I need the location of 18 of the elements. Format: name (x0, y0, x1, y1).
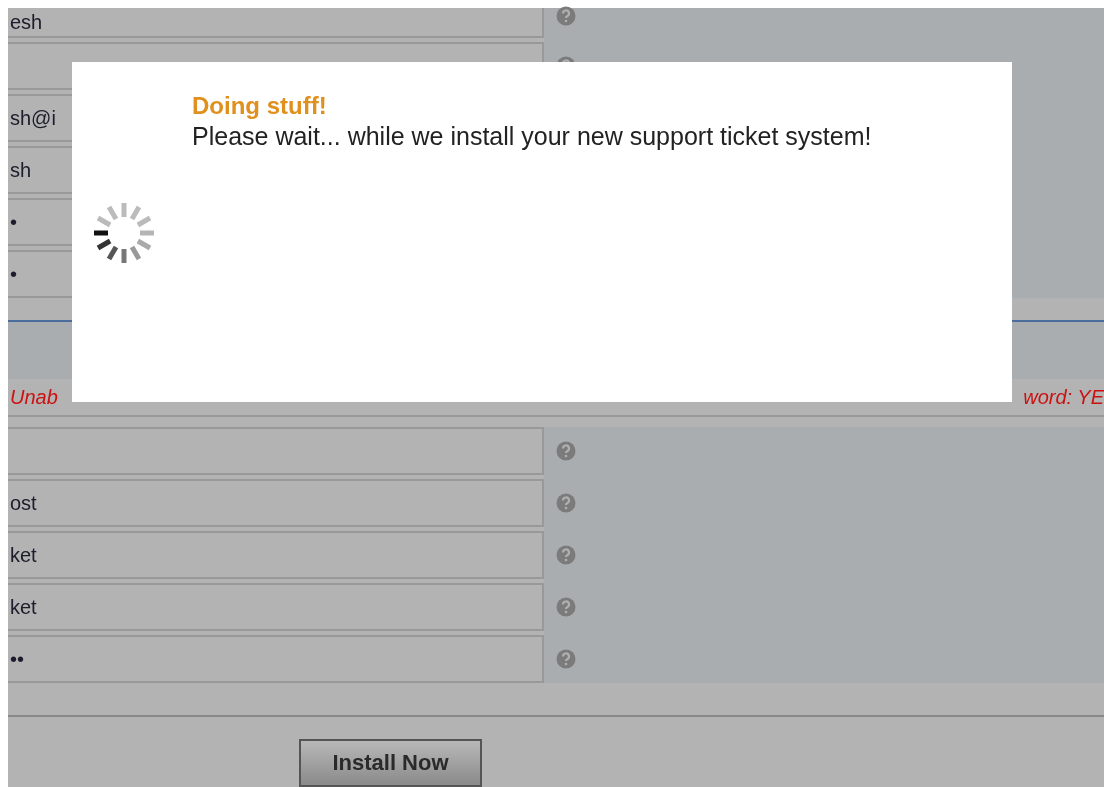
dialog-message: Please wait... while we install your new support ticket system! (192, 122, 872, 151)
text-field[interactable]: ost (8, 479, 544, 528)
text-field[interactable]: ket (8, 531, 544, 580)
loading-spinner-icon (91, 200, 157, 266)
text-field[interactable]: esh (8, 8, 544, 38)
dialog-title: Doing stuff! (192, 92, 328, 120)
help-icon[interactable] (556, 493, 576, 514)
help-icon[interactable] (556, 649, 576, 670)
help-icon[interactable] (556, 441, 576, 462)
text-field[interactable]: •• (8, 635, 544, 684)
text-field[interactable] (8, 427, 544, 476)
help-icon[interactable] (556, 545, 576, 566)
text-field[interactable]: ket (8, 583, 544, 632)
error-message: Unab (9, 385, 58, 409)
help-icon[interactable] (556, 6, 576, 26)
install-now-button[interactable]: Install Now (299, 739, 482, 787)
error-message: word: YE (1022, 385, 1104, 409)
help-icon[interactable] (556, 597, 576, 618)
